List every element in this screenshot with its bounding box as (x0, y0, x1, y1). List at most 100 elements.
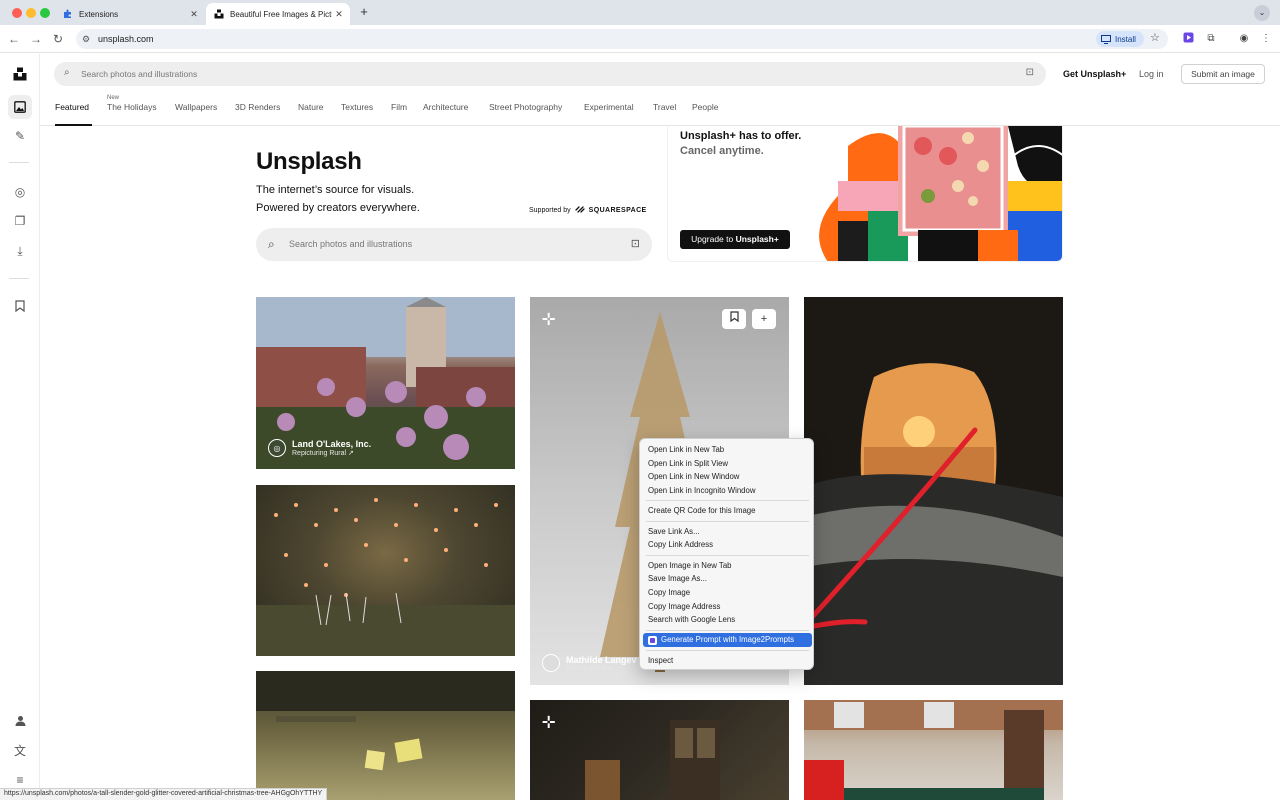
extensions-puzzle-icon[interactable]: ⧉ (1204, 32, 1218, 46)
visual-search-icon[interactable]: ⊡ (631, 237, 640, 250)
profile-icon[interactable]: ◉ (1237, 32, 1251, 46)
explore-compass-icon[interactable]: ◎ (8, 180, 32, 204)
search-icon: ⌕ (64, 67, 70, 78)
forward-arrow-icon[interactable]: → (28, 31, 44, 47)
more-vertical-icon[interactable]: ⋮ (1259, 32, 1273, 46)
header-search-input[interactable]: ⌕ Search photos and illustrations ⊡ (54, 62, 1046, 86)
photo-interior-notes[interactable] (256, 671, 515, 800)
language-translate-icon[interactable]: 文 (8, 738, 32, 762)
photo-land-o-lakes[interactable]: ◎ Land O'Lakes, Inc. Repicturing Rural ↗ (256, 297, 515, 469)
menu-generate-prompt-image2prompts[interactable]: Generate Prompt with Image2Prompts (643, 633, 812, 647)
category-experimental[interactable]: Experimental (584, 102, 634, 112)
credit-name[interactable]: Mathilde Langev (566, 655, 637, 665)
hero-search-input[interactable]: ⌕ Search photos and illustrations ⊡ (256, 228, 652, 261)
credit-name[interactable]: Land O'Lakes, Inc. (292, 439, 371, 449)
photo-scene (585, 720, 720, 800)
sponsor-line[interactable]: Supported by SQUARESPACE (529, 205, 647, 216)
close-icon[interactable]: ✕ (187, 9, 201, 20)
category-people[interactable]: People (692, 102, 718, 112)
unsplash-logo-icon[interactable] (8, 62, 32, 86)
menu-save-image-as[interactable]: Save Image As... (643, 572, 812, 586)
avatar[interactable] (542, 654, 560, 672)
photos-icon[interactable] (8, 95, 32, 119)
bookmark-icon[interactable] (722, 309, 746, 329)
category-wallpapers[interactable]: Wallpapers (175, 102, 217, 112)
photo-dark-window[interactable]: ⊹ (530, 700, 789, 800)
menu-save-link-as[interactable]: Save Link As... (643, 525, 812, 539)
login-link[interactable]: Log in (1139, 69, 1164, 79)
browser-toolbar: ← → ↻ ⚙ unsplash.com (0, 25, 1280, 53)
address-url[interactable]: unsplash.com (98, 34, 154, 44)
visual-search-icon[interactable]: ⊡ (1026, 67, 1034, 78)
category-street-photography[interactable]: Street Photography (489, 102, 562, 112)
promo-artwork (808, 126, 1062, 261)
install-app-button[interactable]: Install (1096, 31, 1144, 47)
menu-separator (646, 630, 809, 631)
menu-inspect[interactable]: Inspect (643, 654, 812, 668)
menu-open-link-new-window[interactable]: Open Link in New Window (643, 470, 812, 484)
collections-icon[interactable]: ❐ (8, 209, 32, 233)
credit-sub[interactable]: For Unsplash+ (566, 665, 637, 672)
photo-credit[interactable]: Mathilde Langev For Unsplash+ (542, 654, 637, 672)
menu-open-link-split-view[interactable]: Open Link in Split View (643, 457, 812, 471)
category-film[interactable]: Film (391, 102, 407, 112)
unsplash-plus-promo[interactable]: Unsplash+ has to offer. Cancel anytime. … (667, 126, 1063, 262)
photo-credit[interactable]: ◎ Land O'Lakes, Inc. Repicturing Rural ↗ (268, 439, 371, 457)
search-icon: ⌕ (268, 237, 275, 251)
menu-item-label: Generate Prompt with Image2Prompts (661, 635, 795, 644)
photo-string-lights[interactable] (256, 485, 515, 656)
image2prompts-extension-icon[interactable] (1181, 32, 1195, 46)
site-settings-icon[interactable]: ⚙ (82, 33, 94, 45)
tab-extensions[interactable]: Extensions ✕ (55, 3, 205, 25)
photo-brick-storefront[interactable] (804, 700, 1063, 800)
user-icon[interactable] (8, 708, 32, 732)
bookmark-icon[interactable] (8, 294, 32, 318)
tab-unsplash[interactable]: Beautiful Free Images & Pictures ✕ (206, 3, 350, 25)
menu-separator (646, 650, 809, 651)
menu-create-qr-code[interactable]: Create QR Code for this Image (643, 504, 812, 518)
browser-tab-bar: Extensions ✕ Beautiful Free Images & Pic… (0, 0, 1280, 25)
rail-divider (9, 162, 29, 163)
close-icon[interactable]: ✕ (332, 9, 346, 20)
context-menu: Open Link in New Tab Open Link in Split … (639, 438, 814, 670)
photo-scene (804, 700, 1063, 800)
puzzle-icon (63, 9, 73, 19)
menu-open-image-new-tab[interactable]: Open Image in New Tab (643, 559, 812, 573)
bookmark-star-icon[interactable]: ☆ (1150, 31, 1160, 44)
upgrade-button[interactable]: Upgrade to Unsplash+ (680, 230, 790, 249)
reload-icon[interactable]: ↻ (50, 31, 66, 47)
search-placeholder: Search photos and illustrations (81, 69, 198, 79)
menu-open-link-new-tab[interactable]: Open Link in New Tab (643, 443, 812, 457)
window-zoom-button[interactable] (40, 8, 50, 18)
category-featured[interactable]: Featured (55, 102, 89, 112)
menu-separator (646, 500, 809, 501)
credit-sub[interactable]: Repicturing Rural ↗ (292, 449, 371, 457)
download-icon[interactable]: ⤓ (8, 239, 32, 263)
add-to-collection-plus-icon[interactable]: + (752, 309, 776, 329)
illustrations-pen-icon[interactable]: ✎ (8, 124, 32, 148)
back-arrow-icon[interactable]: ← (6, 31, 22, 47)
get-unsplash-plus-link[interactable]: Get Unsplash+ (1063, 69, 1126, 79)
rail-divider (9, 278, 29, 279)
chevron-down-icon[interactable]: ⌄ (1254, 5, 1270, 21)
category-textures[interactable]: Textures (341, 102, 373, 112)
window-close-button[interactable] (12, 8, 22, 18)
category-the-holidays[interactable]: The Holidays (107, 102, 157, 112)
menu-copy-image[interactable]: Copy Image (643, 586, 812, 600)
category-3d-renders[interactable]: 3D Renders (235, 102, 280, 112)
category-travel[interactable]: Travel (653, 102, 676, 112)
new-tab-plus-icon[interactable]: + (356, 4, 372, 20)
photo-sea-cave-sunset[interactable] (804, 297, 1063, 685)
menu-search-google-lens[interactable]: Search with Google Lens (643, 613, 812, 627)
photo-scene (256, 498, 515, 656)
tab-label: Beautiful Free Images & Pictures (230, 9, 332, 19)
address-bar[interactable]: ⚙ unsplash.com (76, 29, 1168, 49)
category-architecture[interactable]: Architecture (423, 102, 468, 112)
category-nature[interactable]: Nature (298, 102, 324, 112)
menu-open-link-incognito[interactable]: Open Link in Incognito Window (643, 484, 812, 498)
menu-copy-link-address[interactable]: Copy Link Address (643, 538, 812, 552)
menu-copy-image-address[interactable]: Copy Image Address (643, 600, 812, 614)
window-minimize-button[interactable] (26, 8, 36, 18)
submit-image-button[interactable]: Submit an image (1181, 64, 1265, 84)
avatar[interactable]: ◎ (268, 439, 286, 457)
